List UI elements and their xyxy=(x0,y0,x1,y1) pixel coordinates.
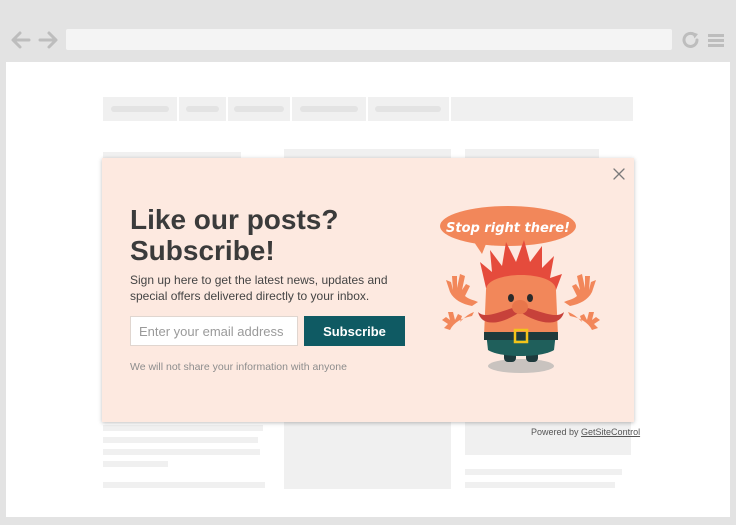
arrow-right-icon[interactable] xyxy=(37,30,59,50)
mascot-shadow xyxy=(488,359,554,373)
mascot-belt xyxy=(484,332,558,340)
text-line-placeholder xyxy=(103,437,258,443)
powered-by-label: Powered by xyxy=(531,427,579,437)
mascot-eye xyxy=(527,294,533,302)
nav-placeholder-5 xyxy=(375,106,441,112)
text-line-placeholder xyxy=(103,449,260,455)
wireframe-navbar xyxy=(103,97,633,121)
text-line-placeholder xyxy=(465,469,622,475)
nav-placeholder-1 xyxy=(111,106,169,112)
text-line-placeholder xyxy=(103,482,265,488)
navbar-divider xyxy=(177,97,179,121)
hamburger-menu-icon[interactable] xyxy=(706,30,728,50)
reload-icon[interactable] xyxy=(680,30,702,50)
privacy-note: We will not share your information with … xyxy=(130,361,347,373)
nav-placeholder-3 xyxy=(234,106,284,112)
navbar-divider xyxy=(226,97,228,121)
nav-placeholder-4 xyxy=(300,106,358,112)
navbar-divider xyxy=(290,97,292,121)
speech-bubble-text: Stop right there! xyxy=(446,221,570,236)
mascot-eye xyxy=(508,294,514,302)
subscribe-popup: Like our posts? Subscribe! Sign up here … xyxy=(102,158,634,422)
popup-description: Sign up here to get the latest news, upd… xyxy=(130,273,388,303)
text-line-placeholder xyxy=(103,461,168,467)
mascot-nose xyxy=(512,300,528,314)
getsitecontrol-link[interactable]: GetSiteControl xyxy=(581,427,640,437)
text-line-placeholder xyxy=(103,425,263,431)
navbar-divider xyxy=(366,97,368,121)
powered-by: Powered by GetSiteControl xyxy=(531,427,640,437)
email-input[interactable] xyxy=(130,316,298,346)
nav-placeholder-2 xyxy=(186,106,219,112)
popup-title: Like our posts? Subscribe! xyxy=(130,204,339,266)
mascot-illustration: Stop right there! xyxy=(440,206,600,373)
navbar-divider xyxy=(449,97,451,121)
address-bar[interactable] xyxy=(66,29,672,50)
text-line-placeholder xyxy=(465,482,615,488)
subscribe-button[interactable]: Subscribe xyxy=(304,316,405,346)
arrow-left-icon[interactable] xyxy=(10,30,32,50)
close-icon[interactable] xyxy=(610,165,628,183)
